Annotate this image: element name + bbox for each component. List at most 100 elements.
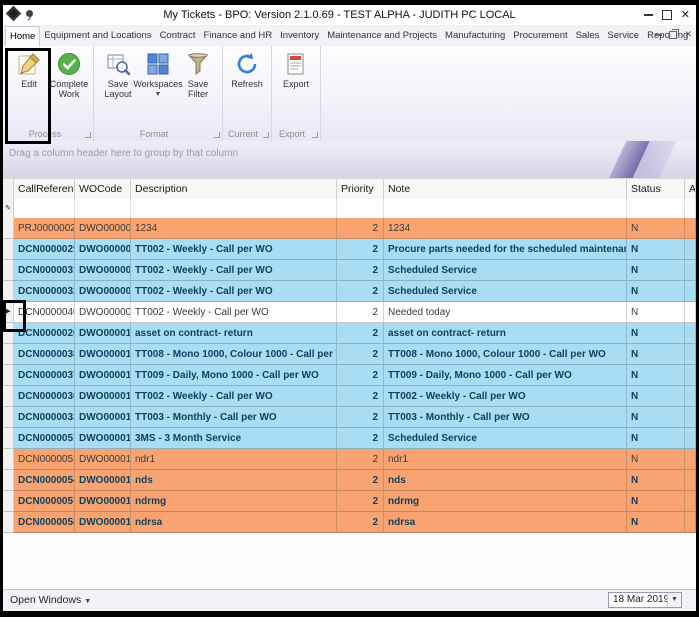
cell-status[interactable]: N xyxy=(627,281,685,302)
row-indicator[interactable] xyxy=(3,344,14,365)
cell-a[interactable] xyxy=(685,218,696,239)
row-indicator[interactable] xyxy=(3,218,14,239)
cell-status[interactable]: N xyxy=(627,344,685,365)
table-row[interactable]: DCN0000031DWO0000066TT002 - Weekly - Cal… xyxy=(3,260,696,281)
cell-callreference[interactable]: DCN0000029 xyxy=(14,239,75,260)
cell-priority[interactable]: 2 xyxy=(337,365,384,386)
cell-a[interactable] xyxy=(685,302,696,323)
cell-callreference[interactable]: DCN0000038 xyxy=(14,344,75,365)
tab-home[interactable]: Home xyxy=(5,26,40,46)
pin-icon[interactable] xyxy=(26,10,33,17)
open-windows-button[interactable]: Open Windows▼ xyxy=(10,590,91,612)
cell-priority[interactable]: 2 xyxy=(337,323,384,344)
column-header-status[interactable]: Status xyxy=(627,179,685,200)
complete-work-button[interactable]: Complete Work xyxy=(49,49,89,100)
column-header-wocode[interactable]: WOCode xyxy=(75,179,131,200)
cell-description[interactable]: TT002 - Weekly - Call per WO xyxy=(131,302,337,323)
cell-description[interactable]: TT003 - Monthly - Call per WO xyxy=(131,407,337,428)
cell-wocode[interactable]: DWO0000067 xyxy=(75,281,131,302)
cell-status[interactable]: N xyxy=(627,491,685,512)
table-row[interactable]: DCN0000030DWO0000109TT002 - Weekly - Cal… xyxy=(3,386,696,407)
cell-priority[interactable]: 2 xyxy=(337,491,384,512)
cell-note[interactable]: nds xyxy=(384,470,627,491)
column-header-note[interactable]: Note xyxy=(384,179,627,200)
cell-callreference[interactable]: PRJ0000002 xyxy=(14,218,75,239)
cell-callreference[interactable]: DCN0000054 xyxy=(14,470,75,491)
cell-a[interactable] xyxy=(685,260,696,281)
cell-wocode[interactable]: DWO0000149 xyxy=(75,491,131,512)
cell-callreference[interactable]: DCN0000020 xyxy=(14,323,75,344)
cell-priority[interactable]: 2 xyxy=(337,470,384,491)
table-row[interactable]: DCN0000054DWO0000140nds2ndsN xyxy=(3,470,696,491)
cell-wocode[interactable]: DWO0000004 xyxy=(75,218,131,239)
row-indicator[interactable] xyxy=(3,428,14,449)
workspaces-button[interactable]: Workspaces ▼ xyxy=(138,49,178,98)
export-button[interactable]: Export xyxy=(276,49,316,89)
dialog-launcher-icon[interactable] xyxy=(214,132,220,138)
cell-note[interactable]: Scheduled Service xyxy=(384,428,627,449)
cell-description[interactable]: nds xyxy=(131,470,337,491)
filter-cell-callreference[interactable] xyxy=(14,199,75,218)
tab-equipment-and-locations[interactable]: Equipment and Locations xyxy=(40,26,155,46)
cell-callreference[interactable]: DCN0000037 xyxy=(14,365,75,386)
row-indicator[interactable] xyxy=(3,386,14,407)
refresh-button[interactable]: Refresh xyxy=(227,49,267,89)
tab-maintenance-and-projects[interactable]: Maintenance and Projects xyxy=(323,26,441,46)
cell-priority[interactable]: 2 xyxy=(337,218,384,239)
cell-a[interactable] xyxy=(685,323,696,344)
cell-priority[interactable]: 2 xyxy=(337,449,384,470)
cell-wocode[interactable]: DWO0000133 xyxy=(75,428,131,449)
column-header-description[interactable]: Description xyxy=(131,179,337,200)
tab-sales[interactable]: Sales xyxy=(572,26,604,46)
cell-status[interactable]: N xyxy=(627,449,685,470)
cell-note[interactable]: ndrmg xyxy=(384,491,627,512)
filter-cell-status[interactable] xyxy=(627,199,685,218)
cell-status[interactable]: N xyxy=(627,302,685,323)
cell-description[interactable]: ndr1 xyxy=(131,449,337,470)
group-by-panel[interactable]: Drag a column header here to group by th… xyxy=(3,141,696,179)
cell-wocode[interactable]: DWO0000150 xyxy=(75,512,131,533)
cell-wocode[interactable]: DWO0000110 xyxy=(75,407,131,428)
row-indicator[interactable] xyxy=(3,470,14,491)
table-row[interactable]: DCN0000058DWO0000150ndrsa2ndrsaN xyxy=(3,512,696,533)
cell-a[interactable] xyxy=(685,428,696,449)
cell-description[interactable]: 1234 xyxy=(131,218,337,239)
dialog-launcher-icon[interactable] xyxy=(312,132,318,138)
cell-a[interactable] xyxy=(685,365,696,386)
tab-procurement[interactable]: Procurement xyxy=(509,26,571,46)
cell-description[interactable]: TT008 - Mono 1000, Colour 1000 - Call pe… xyxy=(131,344,337,365)
row-indicator[interactable] xyxy=(3,365,14,386)
tab-inventory[interactable]: Inventory xyxy=(276,26,323,46)
table-row[interactable]: DCN0000053DWO0000138ndr12ndr1N xyxy=(3,449,696,470)
cell-callreference[interactable]: DCN0000031 xyxy=(14,260,75,281)
mdi-close-icon[interactable]: ✕ xyxy=(684,30,692,39)
row-indicator[interactable] xyxy=(3,491,14,512)
minimize-icon[interactable] xyxy=(644,14,653,16)
row-indicator[interactable] xyxy=(3,239,14,260)
cell-status[interactable]: N xyxy=(627,470,685,491)
tab-manufacturing[interactable]: Manufacturing xyxy=(441,26,509,46)
cell-wocode[interactable]: DWO0000109 xyxy=(75,386,131,407)
column-header-a[interactable]: A xyxy=(685,179,696,200)
cell-note[interactable]: Scheduled Service xyxy=(384,260,627,281)
dialog-launcher-icon[interactable] xyxy=(263,132,269,138)
cell-note[interactable]: 1234 xyxy=(384,218,627,239)
cell-note[interactable]: Scheduled Service xyxy=(384,281,627,302)
table-row[interactable]: DCN0000029DWO0000064TT002 - Weekly - Cal… xyxy=(3,239,696,260)
cell-priority[interactable]: 2 xyxy=(337,260,384,281)
cell-description[interactable]: ndrsa xyxy=(131,512,337,533)
cell-wocode[interactable]: DWO0000107 xyxy=(75,344,131,365)
cell-description[interactable]: TT002 - Weekly - Call per WO xyxy=(131,386,337,407)
cell-priority[interactable]: 2 xyxy=(337,239,384,260)
table-row[interactable]: DCN0000038DWO0000107TT008 - Mono 1000, C… xyxy=(3,344,696,365)
mdi-minimize-icon[interactable] xyxy=(655,34,662,36)
cell-note[interactable]: ndrsa xyxy=(384,512,627,533)
edit-button[interactable]: Edit xyxy=(9,49,49,89)
cell-a[interactable] xyxy=(685,449,696,470)
cell-callreference[interactable]: DCN0000053 xyxy=(14,449,75,470)
row-indicator[interactable] xyxy=(3,260,14,281)
row-indicator[interactable] xyxy=(3,407,14,428)
cell-a[interactable] xyxy=(685,344,696,365)
filter-cell-wocode[interactable] xyxy=(75,199,131,218)
tab-contract[interactable]: Contract xyxy=(156,26,200,46)
